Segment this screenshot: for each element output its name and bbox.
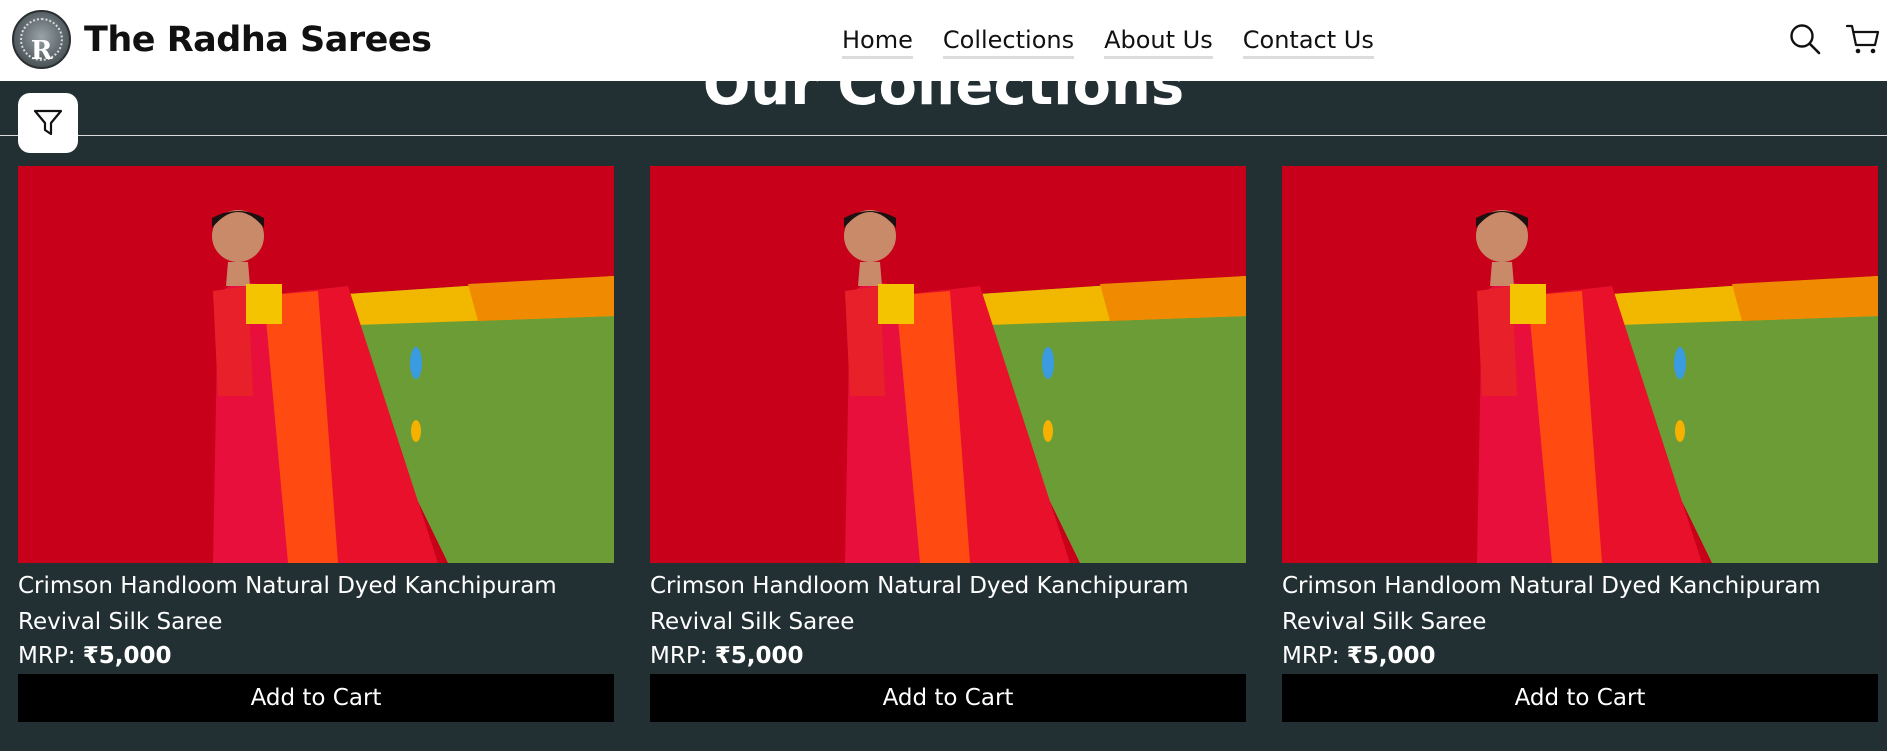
add-to-cart-button[interactable]: Add to Cart	[1282, 674, 1878, 722]
nav-contact-us[interactable]: Contact Us	[1242, 26, 1374, 59]
product-price: MRP: ₹5,000	[1282, 640, 1878, 672]
product-image[interactable]	[18, 166, 614, 563]
price-label: MRP:	[18, 643, 76, 669]
product-card: Crimson Handloom Natural Dyed Kanchipura…	[18, 166, 614, 722]
nav-collections[interactable]: Collections	[942, 26, 1075, 59]
price-label: MRP:	[650, 643, 708, 669]
price-value: ₹5,000	[82, 643, 172, 669]
brand-name[interactable]: The Radha Sarees	[84, 20, 432, 60]
product-image[interactable]	[650, 166, 1246, 563]
filter-icon	[33, 109, 63, 136]
cart-icon[interactable]	[1845, 22, 1881, 56]
nav-about-us[interactable]: About Us	[1104, 26, 1213, 59]
add-to-cart-button[interactable]: Add to Cart	[18, 674, 614, 722]
site-header: R The Radha Sarees Home Collections Abou…	[0, 0, 1887, 81]
price-value: ₹5,000	[714, 643, 804, 669]
product-name[interactable]: Crimson Handloom Natural Dyed Kanchipura…	[650, 568, 1246, 640]
product-price: MRP: ₹5,000	[18, 640, 614, 672]
product-price: MRP: ₹5,000	[650, 640, 1246, 672]
product-grid: Crimson Handloom Natural Dyed Kanchipura…	[18, 166, 1878, 722]
product-card: Crimson Handloom Natural Dyed Kanchipura…	[1282, 166, 1878, 722]
filter-button[interactable]	[18, 93, 78, 153]
product-name[interactable]: Crimson Handloom Natural Dyed Kanchipura…	[1282, 568, 1878, 640]
product-image[interactable]	[1282, 166, 1878, 563]
section-divider	[0, 135, 1887, 136]
main-nav: Home Collections About Us Contact Us	[842, 26, 1374, 59]
search-icon[interactable]	[1788, 22, 1822, 56]
price-value: ₹5,000	[1346, 643, 1436, 669]
price-label: MRP:	[1282, 643, 1340, 669]
add-to-cart-button[interactable]: Add to Cart	[650, 674, 1246, 722]
brand-logo[interactable]: R	[12, 10, 71, 69]
product-name[interactable]: Crimson Handloom Natural Dyed Kanchipura…	[18, 568, 614, 640]
logo-letter: R	[30, 36, 53, 66]
product-card: Crimson Handloom Natural Dyed Kanchipura…	[650, 166, 1246, 722]
nav-home[interactable]: Home	[842, 26, 913, 59]
